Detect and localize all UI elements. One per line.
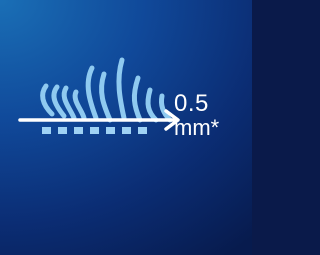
hair-strand [145, 87, 159, 123]
skin-block [42, 127, 51, 134]
skin-block [90, 127, 99, 134]
skin-block [138, 127, 147, 134]
skin-surface-icon [42, 127, 147, 134]
hair-strands-icon [40, 57, 173, 123]
hair-strand [85, 65, 99, 121]
hair-strand [131, 75, 143, 123]
length-arrow-icon [18, 109, 180, 131]
skin-block [122, 127, 131, 134]
measurement-value: 0.5 [174, 90, 209, 117]
hair-strand [116, 57, 127, 121]
feature-tile: 0.5 mm* [0, 0, 252, 255]
hair-strand [159, 93, 173, 123]
hair-strand [61, 85, 77, 121]
skin-block [106, 127, 115, 134]
measurement-label: 0.5 mm* [174, 92, 219, 139]
hair-strand [72, 89, 87, 121]
measurement-unit: mm* [174, 115, 220, 140]
skin-block [74, 127, 83, 134]
hair-strand [40, 83, 55, 117]
skin-block [58, 127, 67, 134]
hair-strand [99, 71, 113, 123]
